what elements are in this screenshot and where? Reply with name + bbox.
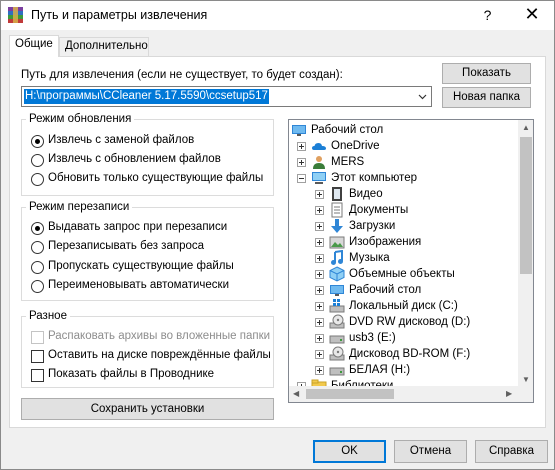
- scroll-right-icon[interactable]: ▶: [506, 389, 512, 398]
- scroll-left-icon[interactable]: ◀: [293, 389, 299, 398]
- help-button[interactable]: Справка: [475, 440, 548, 463]
- checkbox-show-in-explorer[interactable]: [31, 369, 44, 382]
- radio-label[interactable]: Перезаписывать без запроса: [48, 240, 204, 252]
- expand-icon[interactable]: [315, 302, 324, 311]
- tree-item-label: OneDrive: [331, 140, 380, 152]
- music-icon: [331, 250, 343, 265]
- radio-label[interactable]: Переименовывать автоматически: [48, 279, 229, 291]
- help-title-button[interactable]: ?: [465, 1, 510, 30]
- expand-icon[interactable]: [315, 350, 324, 359]
- update-mode-title: Режим обновления: [26, 113, 135, 125]
- radio-skip-existing[interactable]: [31, 261, 44, 274]
- overwrite-mode-title: Режим перезаписи: [26, 201, 133, 213]
- radio-overwrite-silent[interactable]: [31, 241, 44, 254]
- expand-icon[interactable]: [297, 142, 306, 151]
- tree-item-label: Документы: [349, 204, 409, 216]
- radio-label[interactable]: Извлечь с заменой файлов: [48, 134, 194, 146]
- radio-label[interactable]: Извлечь с обновлением файлов: [48, 153, 221, 165]
- user-icon: [313, 156, 325, 169]
- expand-icon[interactable]: [315, 238, 324, 247]
- tree-item-label: Объемные объекты: [349, 268, 455, 280]
- scroll-down-icon[interactable]: ▼: [522, 375, 530, 384]
- expand-icon[interactable]: [315, 270, 324, 279]
- radio-ask-overwrite[interactable]: [31, 222, 44, 235]
- tree-item-label: Рабочий стол: [311, 124, 384, 136]
- misc-title: Разное: [26, 310, 70, 322]
- radio-label[interactable]: Пропускать существующие файлы: [48, 260, 234, 272]
- scroll-up-icon[interactable]: ▲: [522, 123, 530, 132]
- desktop-icon: [292, 125, 306, 136]
- radio-auto-rename[interactable]: [31, 280, 44, 293]
- winrar-icon: [8, 7, 23, 23]
- computer-icon: [312, 172, 326, 184]
- checkbox-label[interactable]: Распаковать архивы во вложенные папки: [48, 330, 270, 342]
- dvd-drive-icon: [329, 346, 345, 361]
- title-bar[interactable]: Путь и параметры извлечения ? ✕: [1, 1, 554, 30]
- vertical-scrollbar[interactable]: ▲ ▼: [518, 120, 533, 402]
- tree-item-label: БЕЛАЯ (H:): [349, 364, 411, 376]
- expand-icon[interactable]: [315, 190, 324, 199]
- expand-icon[interactable]: [297, 158, 306, 167]
- chevron-down-icon[interactable]: [414, 87, 431, 106]
- drive-icon: [329, 367, 345, 376]
- window-title: Путь и параметры извлечения: [31, 8, 208, 22]
- show-button[interactable]: Показать: [442, 63, 531, 84]
- horizontal-scroll-thumb[interactable]: [306, 389, 394, 399]
- images-icon: [329, 236, 345, 249]
- checkbox-nested-archives[interactable]: [31, 331, 44, 344]
- 3d-objects-icon: [329, 266, 345, 282]
- expand-icon[interactable]: [315, 366, 324, 375]
- expand-icon[interactable]: [315, 222, 324, 231]
- expand-icon[interactable]: [315, 206, 324, 215]
- tab-advanced[interactable]: Дополнительно: [59, 37, 149, 56]
- cancel-button[interactable]: Отмена: [394, 440, 467, 463]
- radio-update-existing[interactable]: [31, 173, 44, 186]
- windows-drive-icon: [329, 299, 345, 313]
- tree-item-label: usb3 (E:): [349, 332, 396, 344]
- download-icon: [331, 219, 343, 233]
- tab-general[interactable]: Общие: [9, 35, 59, 57]
- tree-item-label: Загрузки: [349, 220, 396, 232]
- cloud-icon: [312, 143, 326, 150]
- save-settings-button[interactable]: Сохранить установки: [21, 398, 274, 420]
- collapse-icon[interactable]: [297, 174, 306, 183]
- vertical-scroll-thumb[interactable]: [520, 137, 532, 274]
- checkbox-label[interactable]: Показать файлы в Проводнике: [48, 368, 214, 380]
- new-folder-button[interactable]: Новая папка: [442, 87, 531, 108]
- tree-item-label: MERS: [331, 156, 365, 168]
- tree-item-label: Дисковод BD-ROM (F:): [349, 348, 471, 360]
- tree-item-label: Рабочий стол: [349, 284, 422, 296]
- path-label: Путь для извлечения (если не существует,…: [21, 69, 343, 81]
- checkbox-label[interactable]: Оставить на диске повреждённые файлы: [48, 349, 271, 361]
- tree-item-label: Видео: [349, 188, 383, 200]
- expand-icon[interactable]: [315, 318, 324, 327]
- radio-extract-update[interactable]: [31, 154, 44, 167]
- expand-icon[interactable]: [315, 334, 324, 343]
- tree-item-label: DVD RW дисковод (D:): [349, 316, 471, 328]
- tree-item-label: Музыка: [349, 252, 390, 264]
- tree-item-label: Локальный диск (C:): [349, 300, 458, 312]
- ok-button[interactable]: OK: [313, 440, 386, 463]
- radio-extract-replace[interactable]: [31, 135, 44, 148]
- radio-label[interactable]: Выдавать запрос при перезаписи: [48, 221, 227, 233]
- dvd-drive-icon: [329, 314, 345, 329]
- close-button[interactable]: ✕: [510, 1, 554, 30]
- documents-icon: [331, 202, 343, 218]
- extraction-dialog: Путь и параметры извлечения ? ✕ Общие До…: [0, 0, 555, 470]
- radio-label[interactable]: Обновить только существующие файлы: [48, 172, 263, 184]
- path-combobox[interactable]: H:\программы\CCleaner 5.17.5590\ccsetup5…: [21, 86, 432, 107]
- expand-icon[interactable]: [315, 254, 324, 263]
- tree-item-label: Этот компьютер: [331, 172, 417, 184]
- desktop-icon: [330, 285, 344, 296]
- tree-item-label: Изображения: [349, 236, 422, 248]
- path-input[interactable]: H:\программы\CCleaner 5.17.5590\ccsetup5…: [24, 89, 269, 104]
- video-icon: [332, 187, 342, 201]
- horizontal-scrollbar[interactable]: ◀ ▶: [289, 386, 518, 402]
- folder-tree[interactable]: Рабочий стол OneDrive MERS Этот компьюте…: [288, 119, 534, 403]
- expand-icon[interactable]: [315, 286, 324, 295]
- checkbox-keep-broken[interactable]: [31, 350, 44, 363]
- drive-icon: [329, 335, 345, 344]
